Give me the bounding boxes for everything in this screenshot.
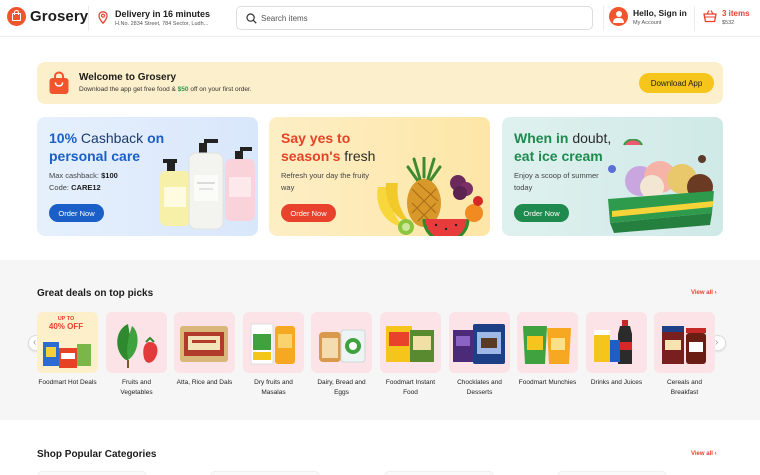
category-munchies[interactable]: Foodmart Munchies: [517, 312, 581, 388]
cart-item-count: 3 items: [722, 9, 750, 18]
divider: [603, 6, 604, 31]
order-now-button[interactable]: Order Now: [49, 204, 104, 222]
download-app-button[interactable]: Download App: [639, 73, 714, 93]
category-label: Atta, Rice and Dals: [176, 379, 233, 386]
location-pin-icon: [98, 11, 108, 24]
vegetables-image: [117, 324, 158, 368]
order-now-button[interactable]: Order Now: [281, 204, 336, 222]
promo-details: Refresh your day the fruity way: [281, 171, 369, 192]
search-icon: [246, 13, 257, 24]
deal-badge: UP TO 40% OFF: [48, 316, 84, 331]
category-cereals-breakfast[interactable]: Cereals and Breakfast: [654, 312, 718, 398]
chevron-left-icon: ‹: [33, 337, 37, 348]
bread-eggs-image: [319, 329, 366, 363]
shopping-bag-icon: [7, 7, 26, 26]
my-account-label: My Account: [633, 19, 662, 26]
category-label: Foodmart Hot Deals: [38, 379, 97, 386]
cereal-jar-image: [662, 326, 706, 364]
category-label: Fruits and Vegetables: [120, 379, 153, 396]
top-header: Grosery Delivery in 16 minutes H.No. 283…: [0, 0, 760, 37]
category-image: [380, 312, 441, 373]
category-image: UP TO 40% OFF: [37, 312, 98, 373]
category-instant-food[interactable]: Foodmart Instant Food: [380, 312, 444, 398]
category-image: [311, 312, 372, 373]
promo-card-ice-cream[interactable]: When in doubt, eat ice cream Enjoy a scoo…: [502, 117, 723, 236]
order-now-button[interactable]: Order Now: [514, 204, 569, 222]
chocolate-box-image: [453, 324, 505, 364]
welcome-title: Welcome to Grosery: [79, 72, 177, 83]
category-hot-deals[interactable]: UP TO 40% OFF Foodmart Hot Deals: [37, 312, 101, 388]
shopping-bag-icon: [49, 71, 69, 94]
instant-food-image: [386, 326, 434, 362]
promo-card-personal-care[interactable]: 10% Cashback on personal care Max cashbac…: [37, 117, 258, 236]
category-dry-fruits-masalas[interactable]: Dry fruits and Masalas: [243, 312, 307, 398]
category-fruits-vegetables[interactable]: Fruits and Vegetables: [106, 312, 170, 398]
delivery-time: Delivery in 16 minutes: [115, 9, 211, 19]
category-image: [586, 312, 647, 373]
search-bar[interactable]: [236, 6, 593, 30]
account-menu[interactable]: Hello, Sign in My Account: [609, 7, 687, 26]
drinks-image: [594, 320, 632, 364]
category-image: [449, 312, 510, 373]
logo[interactable]: Grosery: [7, 7, 88, 26]
fruits-image: [377, 157, 483, 236]
user-icon: [609, 7, 628, 26]
category-label: Drinks and Juices: [590, 379, 643, 386]
spice-pack-image: [250, 323, 295, 365]
ice-cream-image: [608, 139, 714, 233]
promo-card-seasonal-fruits[interactable]: Say yes to season's fresh Refresh your da…: [269, 117, 490, 236]
welcome-banner: Welcome to Grosery Download the app get …: [37, 62, 723, 104]
search-input[interactable]: [261, 10, 581, 26]
popular-category-card[interactable]: [210, 471, 320, 475]
sign-in-link[interactable]: Hello, Sign in: [633, 8, 687, 18]
category-chocolates-desserts[interactable]: Chocklates and Desserts: [449, 312, 513, 398]
popular-category-card[interactable]: [37, 471, 147, 475]
section-title-popular: Shop Popular Categories: [37, 449, 157, 460]
category-atta-rice-dals[interactable]: Atta, Rice and Dals: [174, 312, 238, 388]
promo-details: Enjoy a scoop of summer today: [514, 171, 599, 192]
popular-category-card[interactable]: [557, 471, 667, 475]
category-label: Dry fruits and Masalas: [254, 379, 293, 396]
divider: [88, 6, 89, 31]
view-all-deals-link[interactable]: View all ›: [691, 290, 717, 296]
cart-total: $532: [722, 20, 735, 26]
logo-text: Grosery: [30, 8, 89, 25]
category-dairy-bread-eggs[interactable]: Dairy, Bread and Eggs: [311, 312, 375, 398]
category-label: Cereals and Breakfast: [666, 379, 703, 396]
category-drinks-juices[interactable]: Drinks and Juices: [586, 312, 650, 388]
category-image: [106, 312, 167, 373]
promo-details: Max cashback: $100 Code: CARE12: [49, 171, 118, 192]
category-image: [243, 312, 304, 373]
category-label: Chocklates and Desserts: [457, 379, 502, 396]
category-label: Dairy, Bread and Eggs: [317, 379, 366, 396]
category-label: Foodmart Instant Food: [385, 379, 436, 396]
divider: [694, 6, 695, 31]
popular-category-card[interactable]: [384, 471, 494, 475]
category-image: [517, 312, 578, 373]
grains-bag-image: [180, 326, 228, 362]
category-image: [654, 312, 715, 373]
view-all-popular-link[interactable]: View all ›: [691, 451, 717, 457]
delivery-address: H.No. 2834 Street, 784 Sector, Ludh...: [115, 21, 209, 27]
section-title-deals: Great deals on top picks: [37, 288, 154, 299]
welcome-description: Download the app get free food & $50 off…: [79, 86, 252, 93]
cosmetic-bottles-image: [160, 139, 255, 230]
category-label: Foodmart Munchies: [518, 379, 577, 386]
shopping-basket-icon: [703, 10, 717, 23]
snacks-pack-image: [523, 326, 571, 364]
category-image: [174, 312, 235, 373]
